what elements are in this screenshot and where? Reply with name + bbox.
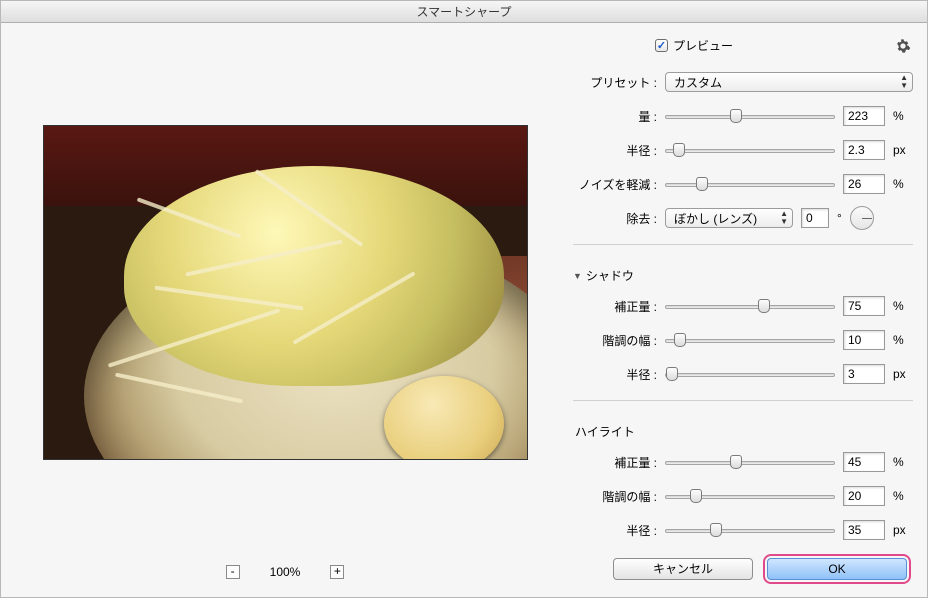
highlight-fade-unit: % xyxy=(893,455,913,469)
highlight-fade-label: 補正量 : xyxy=(573,454,657,471)
preset-label: プリセット : xyxy=(573,74,657,91)
radius-unit: px xyxy=(893,143,913,157)
remove-value: ぼかし (レンズ) xyxy=(674,210,757,227)
highlight-tonal-input[interactable]: 20 xyxy=(843,486,885,506)
amount-input[interactable]: 223 xyxy=(843,106,885,126)
highlight-tonal-slider[interactable] xyxy=(665,487,835,505)
highlight-radius-label: 半径 : xyxy=(573,522,657,539)
preview-checkbox-label: プレビュー xyxy=(673,37,733,54)
angle-dial[interactable] xyxy=(850,206,874,230)
preview-image[interactable] xyxy=(43,125,528,460)
highlight-section-header[interactable]: ハイライト xyxy=(575,423,913,440)
remove-select[interactable]: ぼかし (レンズ) ▲▼ xyxy=(665,208,793,228)
smart-sharpen-dialog: スマートシャープ - 100% + xyxy=(0,0,928,598)
shadow-tonal-unit: % xyxy=(893,333,913,347)
shadow-fade-unit: % xyxy=(893,299,913,313)
highlight-title: ハイライト xyxy=(575,423,635,440)
preset-select[interactable]: カスタム ▲▼ xyxy=(665,72,913,92)
amount-unit: % xyxy=(893,109,913,123)
shadow-radius-slider[interactable] xyxy=(665,365,835,383)
preview-checkbox[interactable]: ✓ プレビュー xyxy=(655,37,733,54)
shadow-title: シャドウ xyxy=(586,267,634,284)
shadow-fade-input[interactable]: 75 xyxy=(843,296,885,316)
preview-pane: - 100% + xyxy=(15,35,555,587)
noise-label: ノイズを軽減 : xyxy=(573,176,657,193)
controls-pane: ✓ プレビュー プリセット : カスタム ▲▼ 量 : 223 xyxy=(573,35,913,587)
preset-value: カスタム xyxy=(674,74,722,91)
amount-label: 量 : xyxy=(573,108,657,125)
zoom-level: 100% xyxy=(270,565,301,579)
zoom-out-button[interactable]: - xyxy=(226,565,240,579)
radius-input[interactable]: 2.3 xyxy=(843,140,885,160)
shadow-radius-unit: px xyxy=(893,367,913,381)
zoom-in-button[interactable]: + xyxy=(330,565,344,579)
highlight-fade-slider[interactable] xyxy=(665,453,835,471)
angle-input[interactable]: 0 xyxy=(801,208,829,228)
gear-icon[interactable] xyxy=(895,38,911,54)
remove-label: 除去 : xyxy=(573,210,657,227)
noise-unit: % xyxy=(893,177,913,191)
shadow-fade-label: 補正量 : xyxy=(573,298,657,315)
check-icon: ✓ xyxy=(655,39,668,52)
shadow-fade-slider[interactable] xyxy=(665,297,835,315)
degree-symbol: ° xyxy=(837,211,842,225)
cancel-button[interactable]: キャンセル xyxy=(613,558,753,580)
radius-label: 半径 : xyxy=(573,142,657,159)
shadow-tonal-label: 階調の幅 : xyxy=(573,332,657,349)
shadow-tonal-slider[interactable] xyxy=(665,331,835,349)
highlight-fade-input[interactable]: 45 xyxy=(843,452,885,472)
noise-slider[interactable] xyxy=(665,175,835,193)
shadow-radius-label: 半径 : xyxy=(573,366,657,383)
ok-button[interactable]: OK xyxy=(767,558,907,580)
radius-slider[interactable] xyxy=(665,141,835,159)
shadow-tonal-input[interactable]: 10 xyxy=(843,330,885,350)
highlight-tonal-label: 階調の幅 : xyxy=(573,488,657,505)
chevron-updown-icon: ▲▼ xyxy=(780,210,788,226)
highlight-tonal-unit: % xyxy=(893,489,913,503)
zoom-controls: - 100% + xyxy=(226,565,345,579)
dialog-title: スマートシャープ xyxy=(1,1,927,23)
chevron-updown-icon: ▲▼ xyxy=(900,74,908,90)
shadow-radius-input[interactable]: 3 xyxy=(843,364,885,384)
amount-slider[interactable] xyxy=(665,107,835,125)
shadow-section-header[interactable]: ▼ シャドウ xyxy=(573,267,913,284)
highlight-radius-input[interactable]: 35 xyxy=(843,520,885,540)
disclosure-triangle-icon: ▼ xyxy=(573,271,582,281)
highlight-radius-unit: px xyxy=(893,523,913,537)
noise-input[interactable]: 26 xyxy=(843,174,885,194)
highlight-radius-slider[interactable] xyxy=(665,521,835,539)
